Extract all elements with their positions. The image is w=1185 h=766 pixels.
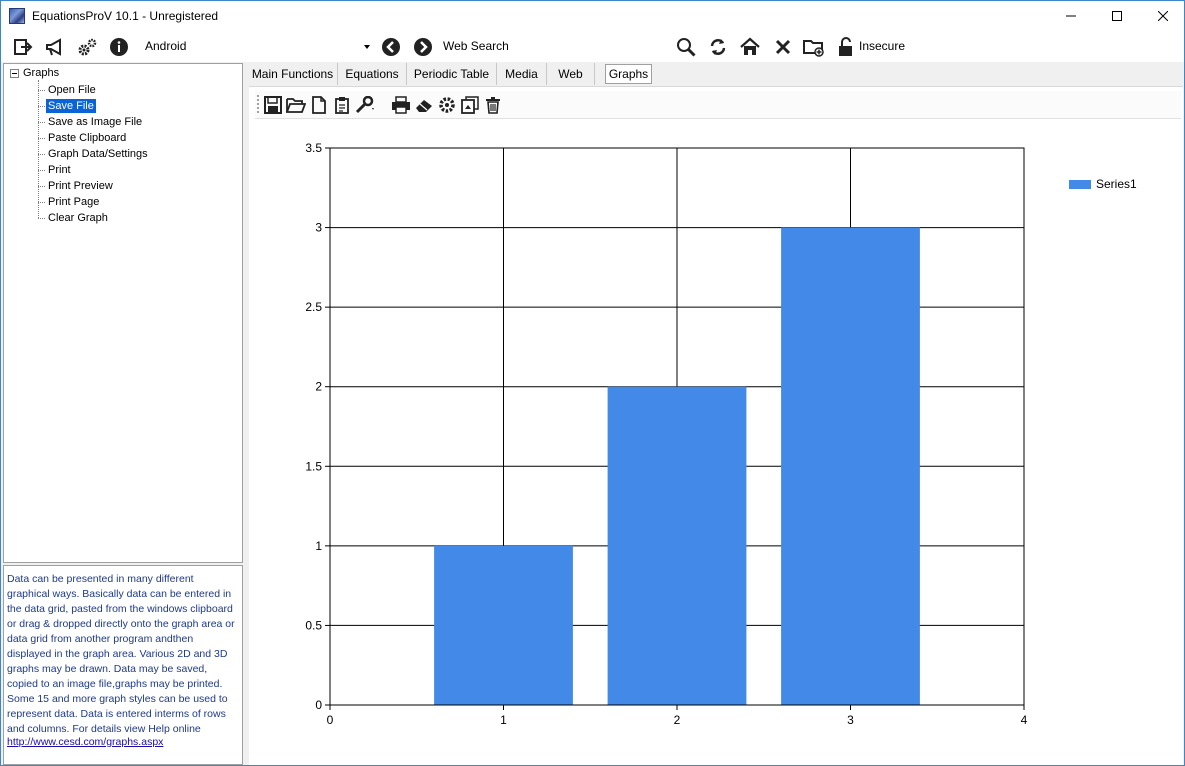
security-status-label: Insecure xyxy=(859,39,906,53)
y-tick-label: 3.5 xyxy=(305,141,322,155)
x-tick-label: 3 xyxy=(847,713,854,727)
bar-series1 xyxy=(607,386,747,705)
help-panel: Data can be presented in many different … xyxy=(3,565,243,765)
tree-connector xyxy=(38,153,45,155)
tree-connector xyxy=(38,201,45,203)
tree-item-label: Clear Graph xyxy=(48,212,108,224)
minimize-button[interactable] xyxy=(1048,1,1094,31)
tab-graphs[interactable]: Graphs xyxy=(605,64,652,84)
tab-periodic-table[interactable]: Periodic Table xyxy=(407,63,497,85)
platform-label[interactable]: Android xyxy=(145,39,186,53)
tree-connector xyxy=(38,121,45,123)
tab-web[interactable]: Web xyxy=(547,63,595,85)
tree-item-label: Open File xyxy=(48,84,96,96)
navigation-tree: Graphs Open File Save File Save as Image F… xyxy=(3,63,243,563)
tree-connector xyxy=(38,185,45,187)
megaphone-icon[interactable] xyxy=(44,36,66,58)
tab-media[interactable]: Media xyxy=(497,63,547,85)
wrench-tool-icon[interactable] xyxy=(355,95,375,115)
legend-label-series1: Series1 xyxy=(1096,177,1137,191)
tree-item[interactable]: Print xyxy=(38,162,73,178)
tree-item[interactable]: Clear Graph xyxy=(38,210,110,226)
x-tick-label: 2 xyxy=(674,713,681,727)
help-description: Data can be presented in many different … xyxy=(7,573,235,735)
clipboard-icon[interactable] xyxy=(332,95,352,115)
tree-root-graphs[interactable]: Graphs xyxy=(10,67,59,79)
tree-item[interactable]: Print Page xyxy=(38,194,101,210)
graphs-content-area: 0 0.5 1 1.5 2 2.5 3 3.5 0 1 2 3 4 Series1 xyxy=(249,86,1183,765)
tree-item[interactable]: Open File xyxy=(38,82,98,98)
tree-connector xyxy=(38,105,45,107)
main-toolbar: Android Web Search Insecure xyxy=(1,32,1184,62)
close-icon[interactable] xyxy=(772,36,794,58)
x-tick-label: 0 xyxy=(327,713,334,727)
info-icon[interactable] xyxy=(108,36,130,58)
y-tick-label: 0 xyxy=(315,698,322,712)
window-title: EquationsProV 10.1 - Unregistered xyxy=(32,9,219,23)
exit-icon[interactable] xyxy=(12,36,34,58)
save-disk-icon[interactable] xyxy=(263,95,283,115)
y-tick-label: 2 xyxy=(315,380,322,394)
tab-strip: Main Functions Equations Periodic Table … xyxy=(248,63,1184,85)
bar-chart[interactable]: 0 0.5 1 1.5 2 2.5 3 3.5 0 1 2 3 4 Series1 xyxy=(249,123,1183,763)
graph-toolbar xyxy=(255,91,1181,119)
tree-connector xyxy=(38,89,45,91)
tree-item-label: Save File xyxy=(46,99,96,113)
tab-main-functions[interactable]: Main Functions xyxy=(248,63,338,85)
web-search-label[interactable]: Web Search xyxy=(443,39,509,53)
trash-icon[interactable] xyxy=(483,95,503,115)
chart-legend: Series1 xyxy=(1069,177,1137,191)
search-icon[interactable] xyxy=(675,36,697,58)
collapse-toggle-icon[interactable] xyxy=(10,68,19,78)
tree-root-label: Graphs xyxy=(23,67,60,79)
eraser-icon[interactable] xyxy=(414,95,434,115)
home-icon[interactable] xyxy=(739,36,761,58)
y-tick-label: 1.5 xyxy=(305,459,322,473)
tree-item-label: Save as Image File xyxy=(48,116,143,128)
open-folder-icon[interactable] xyxy=(286,95,306,115)
tree-connector xyxy=(38,137,45,139)
bar-series1 xyxy=(781,227,920,706)
y-tick-label: 3 xyxy=(315,221,322,235)
bar-series1 xyxy=(434,545,573,705)
chart-plot: 0 0.5 1 1.5 2 2.5 3 3.5 0 1 2 3 4 xyxy=(305,141,1028,727)
tree-item-label: Print Preview xyxy=(48,180,113,192)
forward-arrow-icon[interactable] xyxy=(412,36,434,58)
gear-icon[interactable] xyxy=(437,95,457,115)
title-bar: EquationsProV 10.1 - Unregistered xyxy=(1,1,1184,32)
app-window: EquationsProV 10.1 - Unregistered Androi… xyxy=(0,0,1185,766)
tree-item[interactable]: Print Preview xyxy=(38,178,115,194)
tree-item[interactable]: Save as Image File xyxy=(38,114,144,130)
unlocked-padlock-icon[interactable] xyxy=(835,36,857,58)
copy-image-icon[interactable] xyxy=(460,95,480,115)
new-folder-icon[interactable] xyxy=(803,36,825,58)
printer-icon[interactable] xyxy=(391,95,411,115)
close-window-button[interactable] xyxy=(1140,1,1185,31)
tree-item-label: Graph Data/Settings xyxy=(48,148,148,160)
help-online-link[interactable]: http://www.cesd.com/graphs.aspx xyxy=(7,736,239,749)
y-tick-label: 2.5 xyxy=(305,300,322,314)
tab-equations[interactable]: Equations xyxy=(338,63,407,85)
x-tick-label: 1 xyxy=(500,713,507,727)
tree-item-label: Paste Clipboard xyxy=(48,132,127,144)
tree-item[interactable]: Save File xyxy=(38,98,96,114)
new-document-icon[interactable] xyxy=(309,95,329,115)
maximize-button[interactable] xyxy=(1094,1,1140,31)
x-tick-label: 4 xyxy=(1021,713,1028,727)
tree-item-label: Print Page xyxy=(48,196,100,208)
tree-item-label: Print xyxy=(48,164,71,176)
toolbar-grip[interactable] xyxy=(257,95,260,113)
refresh-icon[interactable] xyxy=(707,36,729,58)
tree-item[interactable]: Paste Clipboard xyxy=(38,130,128,146)
back-arrow-icon[interactable] xyxy=(380,36,402,58)
y-tick-label: 1 xyxy=(315,539,322,553)
app-logo-icon xyxy=(9,8,25,24)
settings-gears-icon[interactable] xyxy=(76,36,98,58)
tree-item[interactable]: Graph Data/Settings xyxy=(38,146,150,162)
tree-connector xyxy=(38,169,45,171)
legend-swatch-series1 xyxy=(1069,179,1091,189)
platform-dropdown-arrow-icon[interactable] xyxy=(362,42,372,52)
y-tick-label: 0.5 xyxy=(305,618,322,632)
tree-connector xyxy=(38,217,45,219)
